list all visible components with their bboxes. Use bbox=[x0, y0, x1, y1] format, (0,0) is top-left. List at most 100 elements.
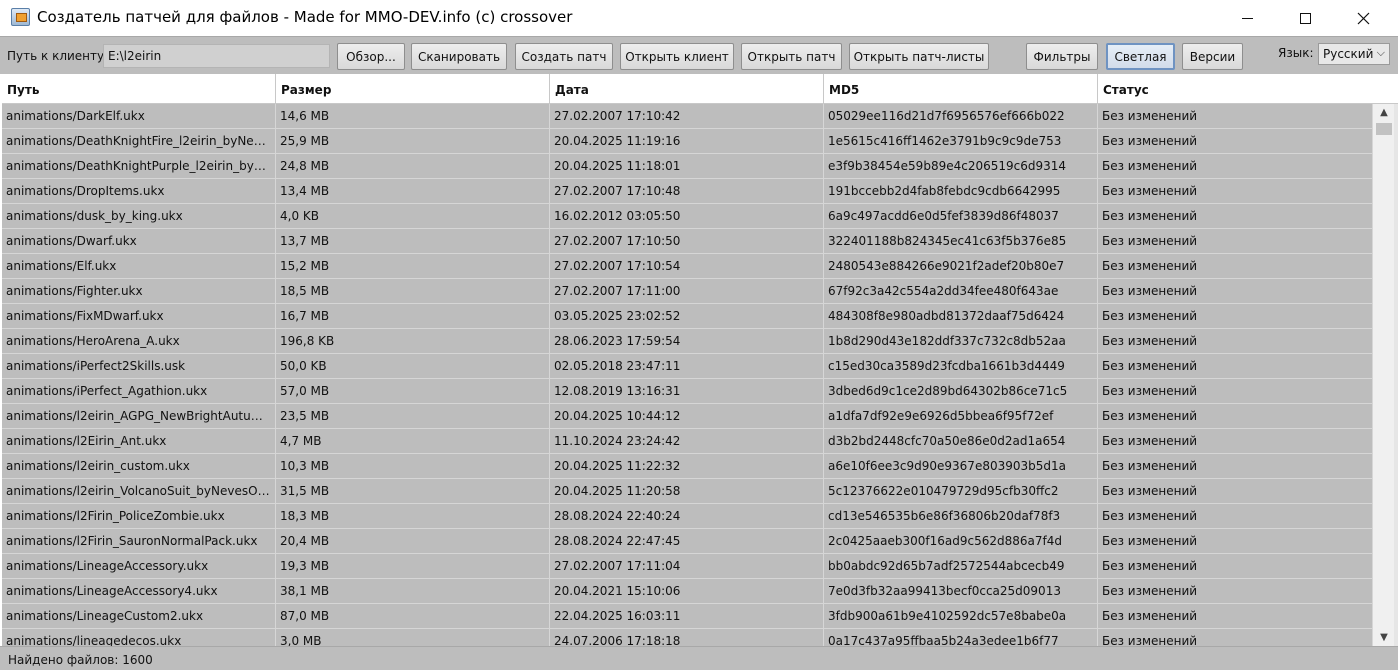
table-row[interactable]: animations/LineageAccessory.ukx 19,3 MB 27… bbox=[2, 554, 1372, 579]
cell-size: 196,8 KB bbox=[276, 329, 550, 353]
table-row[interactable]: animations/LineageCustom2.ukx 87,0 MB 22.0… bbox=[2, 604, 1372, 629]
cell-date: 24.07.2006 17:18:18 bbox=[550, 629, 824, 646]
column-header-path[interactable]: Путь bbox=[2, 74, 276, 104]
table-row[interactable]: animations/iPerfect_Agathion.ukx 57,0 MB 1… bbox=[2, 379, 1372, 404]
table-row[interactable]: animations/DropItems.ukx 13,4 MB 27.02.200… bbox=[2, 179, 1372, 204]
create-patch-button[interactable]: Создать патч bbox=[515, 43, 613, 70]
cell-status: Без изменений bbox=[1102, 259, 1198, 273]
table-row[interactable]: animations/l2eirin_VolcanoSuit_byNevesOm… bbox=[2, 479, 1372, 504]
cell-size: 15,2 MB bbox=[276, 254, 550, 278]
table-row[interactable]: animations/iPerfect2Skills.usk 50,0 KB 02.… bbox=[2, 354, 1372, 379]
cell-size: 3,0 MB bbox=[276, 629, 550, 646]
cell-size: 18,3 MB bbox=[276, 504, 550, 528]
cell-path: animations/DeathKnightPurple_l2eirin_byN… bbox=[2, 154, 276, 178]
table-row[interactable]: animations/l2Eirin_Ant.ukx 4,7 MB 11.10.20… bbox=[2, 429, 1372, 454]
table-row[interactable]: animations/DeathKnightPurple_l2eirin_byN… bbox=[2, 154, 1372, 179]
cell-date: 03.05.2025 23:02:52 bbox=[550, 304, 824, 328]
header-corner bbox=[1372, 74, 1398, 104]
cell-date: 16.02.2012 03:05:50 bbox=[550, 204, 824, 228]
table-row[interactable]: animations/l2eirin_custom.ukx 10,3 MB 20.0… bbox=[2, 454, 1372, 479]
cell-status: Без изменений bbox=[1102, 134, 1198, 148]
cell-path: animations/HeroArena_A.ukx bbox=[2, 329, 276, 353]
table-row[interactable]: animations/FixMDwarf.ukx 16,7 MB 03.05.202… bbox=[2, 304, 1372, 329]
cell-size: 10,3 MB bbox=[276, 454, 550, 478]
scroll-up-icon[interactable]: ▲ bbox=[1373, 104, 1395, 121]
cell-status: Без изменений bbox=[1102, 234, 1198, 248]
cell-path: animations/l2Firin_PoliceZombie.ukx bbox=[2, 504, 276, 528]
cell-status: Без изменений bbox=[1102, 484, 1198, 498]
table-row[interactable]: animations/l2Firin_PoliceZombie.ukx 18,3 … bbox=[2, 504, 1372, 529]
language-label: Язык: bbox=[1278, 46, 1314, 60]
table-body: animations/DarkElf.ukx 14,6 MB 27.02.2007 … bbox=[2, 104, 1372, 646]
cell-path: animations/LineageAccessory.ukx bbox=[2, 554, 276, 578]
toolbar: Путь к клиенту: E:\l2eirin Обзор... Скан… bbox=[0, 36, 1398, 74]
table-row[interactable]: animations/Fighter.ukx 18,5 MB 27.02.2007 … bbox=[2, 279, 1372, 304]
cell-path: animations/lineagedecos.ukx bbox=[2, 629, 276, 646]
filters-button[interactable]: Фильтры bbox=[1026, 43, 1098, 70]
cell-date: 20.04.2025 11:18:01 bbox=[550, 154, 824, 178]
cell-date: 22.04.2025 16:03:11 bbox=[550, 604, 824, 628]
scan-button[interactable]: Сканировать bbox=[411, 43, 507, 70]
table-row[interactable]: animations/Dwarf.ukx 13,7 MB 27.02.2007 17… bbox=[2, 229, 1372, 254]
minimize-button[interactable] bbox=[1218, 0, 1276, 36]
cell-status: Без изменений bbox=[1102, 359, 1198, 373]
files-found-count: Найдено файлов: 1600 bbox=[8, 653, 153, 667]
cell-date: 20.04.2025 10:44:12 bbox=[550, 404, 824, 428]
light-theme-button[interactable]: Светлая bbox=[1106, 43, 1175, 70]
table-row[interactable]: animations/lineagedecos.ukx 3,0 MB 24.07.2… bbox=[2, 629, 1372, 646]
table-row[interactable]: animations/l2Firin_SauronNormalPack.ukx 2… bbox=[2, 529, 1372, 554]
cell-status: Без изменений bbox=[1102, 509, 1198, 523]
maximize-icon bbox=[1299, 12, 1311, 24]
cell-status: Без изменений bbox=[1102, 334, 1198, 348]
cell-date: 28.08.2024 22:47:45 bbox=[550, 529, 824, 553]
cell-date: 27.02.2007 17:10:42 bbox=[550, 104, 824, 128]
cell-status: Без изменений bbox=[1102, 459, 1198, 473]
scroll-down-icon[interactable]: ▼ bbox=[1373, 629, 1395, 646]
cell-md5: 6a9c497acdd6e0d5fef3839d86f48037 bbox=[824, 204, 1098, 228]
language-select[interactable]: Русский ⌵ bbox=[1318, 43, 1390, 65]
cell-md5: bb0abdc92d65b7adf2572544abcecb49 bbox=[824, 554, 1098, 578]
cell-size: 18,5 MB bbox=[276, 279, 550, 303]
table-row[interactable]: animations/DarkElf.ukx 14,6 MB 27.02.2007 … bbox=[2, 104, 1372, 129]
client-path-field[interactable]: E:\l2eirin bbox=[103, 44, 330, 68]
cell-size: 31,5 MB bbox=[276, 479, 550, 503]
cell-status: Без изменений bbox=[1102, 534, 1198, 548]
vertical-scrollbar[interactable]: ▲ ▼ bbox=[1372, 104, 1394, 646]
table-row[interactable]: animations/l2eirin_AGPG_NewBrightAutumnP… bbox=[2, 404, 1372, 429]
table-row[interactable]: animations/LineageAccessory4.ukx 38,1 MB 2… bbox=[2, 579, 1372, 604]
cell-md5: a1dfa7df92e9e6926d5bbea6f95f72ef bbox=[824, 404, 1098, 428]
column-header-status[interactable]: Статус bbox=[1098, 74, 1372, 104]
cell-md5: 484308f8e980adbd81372daaf75d6424 bbox=[824, 304, 1098, 328]
table-row[interactable]: animations/Elf.ukx 15,2 MB 27.02.2007 17:1… bbox=[2, 254, 1372, 279]
cell-path: animations/Elf.ukx bbox=[2, 254, 276, 278]
maximize-button[interactable] bbox=[1276, 0, 1334, 36]
versions-button[interactable]: Версии bbox=[1182, 43, 1243, 70]
table-row[interactable]: animations/dusk_by_king.ukx 4,0 KB 16.02.2… bbox=[2, 204, 1372, 229]
open-patch-lists-button[interactable]: Открыть патч-листы bbox=[849, 43, 989, 70]
scrollbar-thumb[interactable] bbox=[1376, 123, 1392, 135]
cell-size: 13,4 MB bbox=[276, 179, 550, 203]
cell-date: 27.02.2007 17:10:48 bbox=[550, 179, 824, 203]
cell-status: Без изменений bbox=[1102, 409, 1198, 423]
cell-path: animations/DarkElf.ukx bbox=[2, 104, 276, 128]
cell-status: Без изменений bbox=[1102, 559, 1198, 573]
table-row[interactable]: animations/HeroArena_A.ukx 196,8 KB 28.06.… bbox=[2, 329, 1372, 354]
cell-status: Без изменений bbox=[1102, 184, 1198, 198]
column-header-size[interactable]: Размер bbox=[276, 74, 550, 104]
title-bar: Создатель патчей для файлов - Made for M… bbox=[0, 0, 1398, 36]
column-header-md5[interactable]: MD5 bbox=[824, 74, 1098, 104]
cell-date: 20.04.2025 11:22:32 bbox=[550, 454, 824, 478]
browse-button[interactable]: Обзор... bbox=[337, 43, 405, 70]
table-row[interactable]: animations/DeathKnightFire_l2eirin_byNev… bbox=[2, 129, 1372, 154]
cell-path: animations/dusk_by_king.ukx bbox=[2, 204, 276, 228]
cell-md5: 7e0d3fb32aa99413becf0cca25d09013 bbox=[824, 579, 1098, 603]
open-client-button[interactable]: Открыть клиент bbox=[620, 43, 734, 70]
column-header-date[interactable]: Дата bbox=[550, 74, 824, 104]
cell-size: 16,7 MB bbox=[276, 304, 550, 328]
open-patch-button[interactable]: Открыть патч bbox=[741, 43, 842, 70]
cell-date: 27.02.2007 17:10:50 bbox=[550, 229, 824, 253]
close-button[interactable] bbox=[1334, 0, 1392, 36]
cell-path: animations/FixMDwarf.ukx bbox=[2, 304, 276, 328]
cell-date: 02.05.2018 23:47:11 bbox=[550, 354, 824, 378]
cell-size: 87,0 MB bbox=[276, 604, 550, 628]
